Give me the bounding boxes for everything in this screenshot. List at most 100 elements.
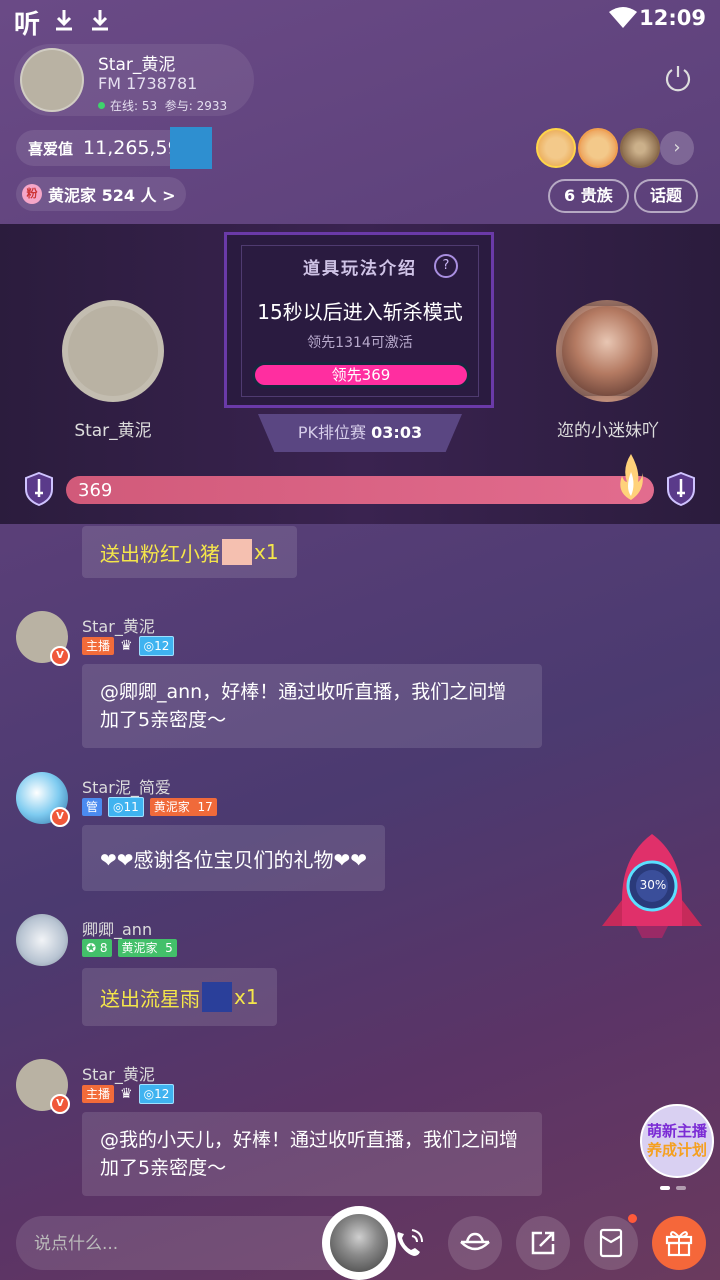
user-tags: 管 ◎11 黄泥家 17 (82, 797, 217, 817)
host-card[interactable]: Star_黄泥 FM 1738781 在线: 53 参与: 2933 (14, 44, 254, 116)
shield-sword-icon (667, 472, 695, 506)
chat-text: ❤❤感谢各位宝贝们的礼物❤❤ (100, 847, 368, 872)
envelope-button[interactable] (584, 1216, 638, 1270)
gift-count: x1 (254, 540, 279, 564)
user-avatar[interactable] (16, 914, 68, 966)
user-tags: 主播 ♛ ◎12 (82, 1084, 175, 1104)
host-mini-avatar[interactable] (322, 1206, 396, 1280)
username[interactable]: Star_黄泥 (82, 613, 155, 637)
pk-score: 369 (78, 480, 113, 501)
crown-icon: ♛ (120, 638, 133, 654)
share-icon (531, 1231, 555, 1255)
share-button[interactable] (516, 1216, 570, 1270)
notification-dot (628, 1214, 637, 1223)
likes-label: 喜爱值 (28, 139, 74, 158)
verified-badge: V (50, 1094, 70, 1114)
level-tag: ✪ 8 (82, 939, 112, 957)
promo-badge[interactable]: 萌新主播 养成计划 (640, 1104, 714, 1178)
pk-info-inner: 道具玩法介绍 ? 15秒以后进入斩杀模式 领先1314可激活 领先369 (241, 245, 479, 397)
online-dot (98, 102, 105, 109)
pk-score-bar (66, 476, 654, 504)
help-icon[interactable]: ? (434, 254, 458, 278)
gift-text: 送出粉红小猪 (100, 541, 220, 566)
verified-badge: V (50, 646, 70, 666)
pk-right-avatar[interactable] (556, 300, 658, 402)
gift-icon (665, 1231, 693, 1257)
host-fm-id: FM 1738781 (98, 74, 198, 93)
gift-image (202, 982, 232, 1012)
level-tag: ◎12 (138, 1084, 175, 1104)
crown-icon: ♛ (120, 1086, 133, 1102)
pk-timer: PK排位赛 03:03 (258, 414, 462, 452)
promo-pager (660, 1186, 686, 1190)
power-icon[interactable] (664, 64, 692, 92)
likes-badge-image (170, 127, 212, 169)
wifi-icon (609, 7, 637, 28)
host-avatar[interactable] (20, 48, 84, 112)
gift-text: 送出流星雨 (100, 986, 200, 1011)
gift-button[interactable] (652, 1216, 706, 1270)
fan-club-button[interactable]: 粉 黄泥家 524 人 > (16, 177, 186, 211)
pk-info-panel: 道具玩法介绍 ? 15秒以后进入斩杀模式 领先1314可激活 领先369 (224, 232, 494, 408)
gift-message: 送出粉红小猪 x1 (82, 526, 297, 578)
fan-avatar[interactable] (620, 128, 660, 168)
clock: 12:09 (639, 6, 706, 30)
fan-avatar[interactable] (536, 128, 576, 168)
user-tags: 主播 ♛ ◎12 (82, 636, 175, 656)
rocket-progress: 30% (639, 878, 667, 892)
online-count: 在线: 53 (110, 99, 158, 113)
user-tags: ✪ 8 黄泥家 5 (82, 939, 177, 957)
ingot-button[interactable] (448, 1216, 502, 1270)
topic-button[interactable]: 话题 (634, 179, 699, 213)
chat-text: @我的小天儿，好棒！通过收听直播，我们之间增加了5亲密度～ (100, 1129, 519, 1179)
comment-input[interactable] (32, 1216, 336, 1272)
download-icon (92, 10, 108, 31)
pk-battle-panel: Star_黄泥 迩的小迷妹吖 道具玩法介绍 ? 15秒以后进入斩杀模式 领先13… (0, 224, 720, 524)
flame-icon (620, 454, 643, 500)
level-tag: ◎11 (108, 797, 144, 817)
chat-bubble: @我的小天儿，好棒！通过收听直播，我们之间增加了5亲密度～ (82, 1112, 542, 1196)
club-tag: 黄泥家 17 (149, 798, 217, 816)
promo-line2: 养成计划 (646, 1141, 707, 1159)
host-tag: 主播 (82, 637, 115, 655)
gift-count: x1 (234, 985, 259, 1009)
promo-line1: 萌新主播 (646, 1122, 707, 1140)
pk-main-text: 15秒以后进入斩杀模式 (257, 300, 463, 324)
username[interactable]: Star_黄泥 (82, 1061, 155, 1085)
fan-avatar[interactable] (578, 128, 618, 168)
envelope-icon (599, 1228, 623, 1258)
pk-left-name: Star_黄泥 (74, 421, 152, 441)
top-fans[interactable] (536, 128, 660, 168)
chat-bubble: @卿卿_ann，好棒！通过收听直播，我们之间增加了5亲密度～ (82, 664, 542, 748)
app-icon: 听 (14, 10, 41, 40)
nobles-button[interactable]: 6 贵族 (548, 179, 629, 213)
pk-lead-bar: 领先369 (252, 362, 470, 388)
level-tag: ◎12 (138, 636, 175, 656)
join-count: 参与: 2933 (164, 99, 228, 113)
gift-message: 送出流星雨 x1 (82, 968, 277, 1026)
more-fans-button[interactable]: › (660, 131, 694, 165)
chat-bubble: ❤❤感谢各位宝贝们的礼物❤❤ (82, 825, 386, 891)
pk-sub-text: 领先1314可激活 (307, 335, 413, 351)
status-bar: 听 12:09 (0, 0, 720, 40)
pk-timer-label: PK排位赛 (297, 423, 367, 442)
username[interactable]: Star泥_简爱 (82, 774, 171, 798)
pk-right-name: 迩的小迷妹吖 (557, 421, 659, 441)
ingot-icon (460, 1232, 490, 1251)
pk-timer-value: 03:03 (371, 423, 423, 442)
club-tag: 黄泥家 5 (117, 939, 177, 957)
call-icon[interactable] (388, 1222, 430, 1264)
verified-badge: V (50, 807, 70, 827)
host-name: Star_黄泥 (98, 55, 176, 75)
shield-sword-icon (25, 472, 53, 506)
username[interactable]: 卿卿_ann (82, 916, 152, 940)
admin-tag: 管 (82, 798, 103, 816)
fan-club-label: 黄泥家 524 人 > (48, 186, 176, 205)
host-tag: 主播 (82, 1085, 115, 1103)
host-stats: 在线: 53 参与: 2933 (98, 97, 227, 114)
pk-left-avatar[interactable] (62, 300, 164, 402)
gift-image (222, 539, 252, 565)
fan-club-badge-icon: 粉 (22, 184, 42, 204)
chat-text: @卿卿_ann，好棒！通过收听直播，我们之间增加了5亲密度～ (100, 681, 507, 731)
download-icon (56, 10, 72, 31)
